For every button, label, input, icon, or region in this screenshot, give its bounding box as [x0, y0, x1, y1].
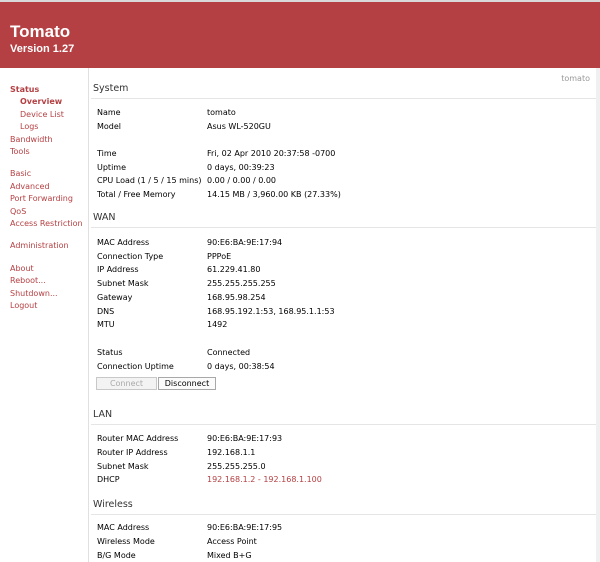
sidebar-item-reboot[interactable]: Reboot...	[10, 275, 46, 286]
section-title-lan: LAN	[93, 409, 113, 420]
sidebar-item-about[interactable]: About	[10, 263, 34, 274]
system-uptime-label: Uptime	[97, 163, 127, 172]
section-title-wan: WAN	[93, 212, 116, 223]
disconnect-button[interactable]: Disconnect	[158, 377, 216, 390]
lan-router-mac-value: 90:E6:BA:9E:17:93	[207, 434, 283, 443]
section-divider	[91, 514, 600, 515]
lan-router-mac-label: Router MAC Address	[97, 434, 179, 443]
wan-ip-value: 61.229.41.80	[207, 265, 261, 274]
system-name-label: Name	[97, 108, 121, 117]
wireless-mac-value: 90:E6:BA:9E:17:95	[207, 523, 283, 532]
sidebar-item-overview[interactable]: Overview	[20, 96, 62, 107]
system-memory-label: Total / Free Memory	[97, 190, 176, 199]
wireless-bg-mode-label: B/G Mode	[97, 551, 136, 560]
lan-router-ip-label: Router IP Address	[97, 448, 168, 457]
system-name-value: tomato	[207, 108, 236, 117]
section-divider	[91, 227, 600, 228]
lan-subnet-value: 255.255.255.0	[207, 462, 266, 471]
system-time-label: Time	[97, 149, 117, 158]
wan-connection-uptime-value: 0 days, 00:38:54	[207, 362, 275, 371]
main-content: tomato System Name tomato Model Asus WL-…	[88, 68, 600, 562]
lan-dhcp-link[interactable]: 192.168.1.2 - 192.168.1.100	[207, 474, 322, 485]
sidebar-item-bandwidth[interactable]: Bandwidth	[10, 134, 53, 145]
wan-connection-uptime-label: Connection Uptime	[97, 362, 174, 371]
app-title: Tomato	[10, 22, 71, 41]
wan-subnet-label: Subnet Mask	[97, 279, 149, 288]
wan-gateway-value: 168.95.98.254	[207, 293, 266, 302]
section-divider	[91, 98, 600, 99]
sidebar-item-shutdown[interactable]: Shutdown...	[10, 288, 58, 299]
connect-button[interactable]: Connect	[96, 377, 157, 390]
sidebar-item-port-forwarding[interactable]: Port Forwarding	[10, 193, 73, 204]
wan-mtu-label: MTU	[97, 320, 115, 329]
wan-gateway-label: Gateway	[97, 293, 133, 302]
sidebar-item-device-list[interactable]: Device List	[20, 109, 64, 120]
wireless-bg-mode-value: Mixed B+G	[207, 551, 252, 560]
lan-dhcp-label: DHCP	[97, 475, 120, 484]
system-time-value: Fri, 02 Apr 2010 20:37:58 -0700	[207, 149, 336, 158]
wan-dns-value: 168.95.192.1:53, 168.95.1.1:53	[207, 307, 335, 316]
sidebar-item-status[interactable]: Status	[10, 84, 39, 95]
app-version: Version 1.27	[10, 43, 75, 55]
wireless-mac-label: MAC Address	[97, 523, 150, 532]
wan-ip-label: IP Address	[97, 265, 139, 274]
system-cpu-load-value: 0.00 / 0.00 / 0.00	[207, 176, 276, 185]
system-model-label: Model	[97, 122, 122, 131]
section-divider	[91, 424, 600, 425]
wan-connection-type-value: PPPoE	[207, 252, 232, 261]
sidebar-item-logout[interactable]: Logout	[10, 300, 37, 311]
wan-status-label: Status	[97, 348, 123, 357]
wan-status-value: Connected	[207, 348, 251, 357]
lan-router-ip-value: 192.168.1.1	[207, 448, 256, 457]
system-cpu-load-label: CPU Load (1 / 5 / 15 mins)	[97, 176, 202, 185]
hostname-label: tomato	[561, 74, 590, 83]
wan-mac-label: MAC Address	[97, 238, 150, 247]
section-title-system: System	[93, 83, 129, 94]
wan-connection-type-label: Connection Type	[97, 252, 164, 261]
wan-subnet-value: 255.255.255.255	[207, 279, 276, 288]
sidebar-item-basic[interactable]: Basic	[10, 168, 31, 179]
app-header: Tomato Version 1.27	[0, 0, 600, 68]
lan-subnet-label: Subnet Mask	[97, 462, 149, 471]
system-uptime-value: 0 days, 00:39:23	[207, 163, 275, 172]
wan-mtu-value: 1492	[207, 320, 228, 329]
sidebar-item-access-restriction[interactable]: Access Restriction	[10, 218, 83, 229]
wireless-mode-value: Access Point	[207, 537, 257, 546]
wan-mac-value: 90:E6:BA:9E:17:94	[207, 238, 283, 247]
section-title-wireless: Wireless	[93, 499, 133, 510]
sidebar-item-advanced[interactable]: Advanced	[10, 181, 50, 192]
sidebar-item-tools[interactable]: Tools	[10, 146, 30, 157]
wireless-mode-label: Wireless Mode	[97, 537, 155, 546]
system-model-value: Asus WL-520GU	[207, 122, 271, 131]
page-scrollbar[interactable]	[596, 68, 600, 562]
sidebar-item-logs[interactable]: Logs	[20, 121, 38, 132]
sidebar-item-administration[interactable]: Administration	[10, 240, 69, 251]
system-memory-value: 14.15 MB / 3,960.00 KB (27.33%)	[207, 190, 341, 199]
wan-dns-label: DNS	[97, 307, 115, 316]
sidebar-item-qos[interactable]: QoS	[10, 206, 26, 217]
